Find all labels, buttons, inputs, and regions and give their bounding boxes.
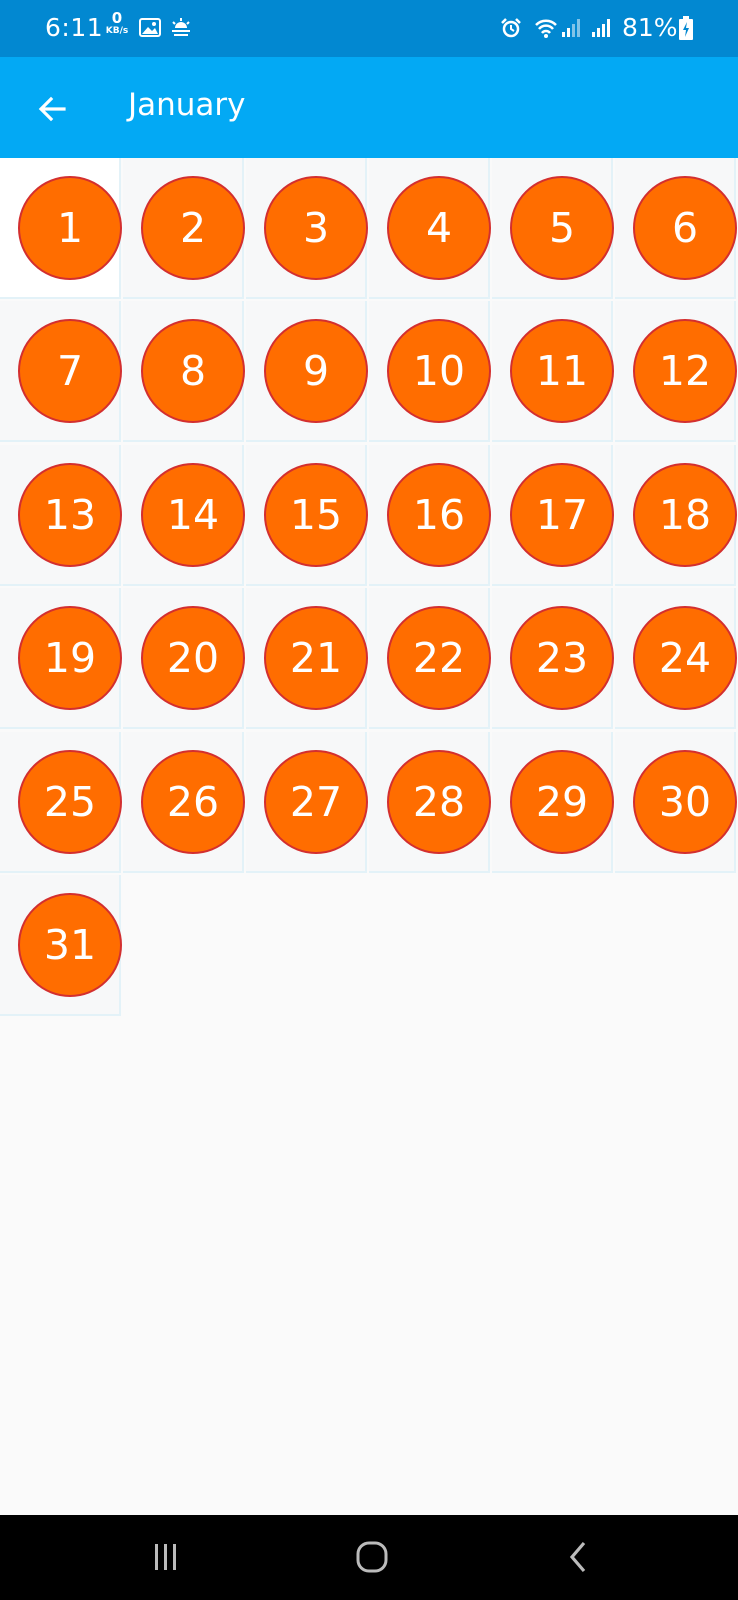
wifi-icon — [534, 17, 558, 43]
status-time: 6:11 — [45, 13, 104, 42]
day-button[interactable]: 25 — [18, 749, 122, 854]
recent-apps-button[interactable] — [136, 1532, 196, 1582]
day-button[interactable]: 16 — [387, 462, 491, 567]
day-cell: 26 — [123, 731, 245, 873]
day-button[interactable]: 30 — [633, 749, 737, 854]
day-button[interactable]: 2 — [141, 176, 245, 280]
day-cell: 4 — [369, 158, 491, 299]
signal-icon — [561, 17, 583, 43]
day-button[interactable]: 7 — [18, 319, 122, 424]
day-button[interactable]: 28 — [387, 749, 491, 854]
gallery-icon — [139, 18, 161, 41]
day-button[interactable]: 14 — [141, 462, 245, 567]
day-button[interactable]: 4 — [387, 176, 491, 280]
day-cell: 30 — [615, 731, 737, 873]
day-button[interactable]: 17 — [510, 462, 614, 567]
home-button[interactable] — [342, 1532, 402, 1582]
day-button[interactable]: 31 — [18, 893, 122, 997]
day-button[interactable]: 24 — [633, 606, 737, 711]
day-cell: 7 — [0, 301, 122, 443]
net-speed-unit: KB/s — [105, 26, 129, 36]
app-bar: January — [0, 57, 738, 158]
battery-percent: 81% — [622, 13, 678, 42]
day-button[interactable]: 10 — [387, 319, 491, 424]
day-cell: 8 — [123, 301, 245, 443]
back-button[interactable] — [28, 85, 76, 133]
day-button[interactable]: 5 — [510, 176, 614, 280]
alarm-icon — [500, 17, 522, 43]
day-button[interactable]: 6 — [633, 176, 737, 280]
day-button[interactable]: 18 — [633, 462, 737, 567]
day-button[interactable]: 21 — [264, 606, 368, 711]
weather-icon — [170, 16, 192, 42]
day-cell: 18 — [615, 444, 737, 586]
status-bar: 6:11 0 KB/s 81% — [0, 0, 738, 57]
day-cell: 14 — [123, 444, 245, 586]
day-cell: 3 — [246, 158, 368, 299]
day-button[interactable]: 11 — [510, 319, 614, 424]
day-cell: 1 — [0, 158, 122, 299]
day-button[interactable]: 13 — [18, 462, 122, 567]
day-cell: 12 — [615, 301, 737, 443]
day-button[interactable]: 19 — [18, 606, 122, 711]
arrow-left-icon — [38, 96, 66, 122]
day-button[interactable]: 29 — [510, 749, 614, 854]
net-speed-value: 0 — [111, 9, 123, 27]
home-icon — [356, 1541, 388, 1573]
day-cell: 10 — [369, 301, 491, 443]
day-cell: 25 — [0, 731, 122, 873]
day-button[interactable]: 15 — [264, 462, 368, 567]
back-icon — [569, 1541, 586, 1573]
day-button[interactable]: 22 — [387, 606, 491, 711]
day-cell: 5 — [492, 158, 614, 299]
day-cell: 21 — [246, 588, 368, 730]
day-button[interactable]: 3 — [264, 176, 368, 280]
day-button[interactable]: 1 — [18, 176, 122, 280]
navigation-bar — [0, 1515, 738, 1600]
day-button[interactable]: 12 — [633, 319, 737, 424]
day-cell: 22 — [369, 588, 491, 730]
day-button[interactable]: 27 — [264, 749, 368, 854]
day-cell: 27 — [246, 731, 368, 873]
day-cell: 31 — [0, 875, 122, 1016]
day-cell: 29 — [492, 731, 614, 873]
day-button[interactable]: 20 — [141, 606, 245, 711]
day-button[interactable]: 8 — [141, 319, 245, 424]
page-title: January — [128, 87, 246, 123]
day-cell: 6 — [615, 158, 737, 299]
day-button[interactable]: 23 — [510, 606, 614, 711]
day-cell: 13 — [0, 444, 122, 586]
day-cell: 17 — [492, 444, 614, 586]
day-cell: 2 — [123, 158, 245, 299]
day-cell: 15 — [246, 444, 368, 586]
battery-charging-icon — [679, 16, 693, 44]
day-cell: 9 — [246, 301, 368, 443]
day-button[interactable]: 26 — [141, 749, 245, 854]
day-cell: 19 — [0, 588, 122, 730]
day-cell: 23 — [492, 588, 614, 730]
day-cell: 24 — [615, 588, 737, 730]
day-cell: 11 — [492, 301, 614, 443]
net-speed-indicator: 0 KB/s — [104, 11, 130, 36]
day-cell: 16 — [369, 444, 491, 586]
day-cell: 28 — [369, 731, 491, 873]
signal-icon — [591, 17, 613, 43]
recent-apps-icon — [155, 1544, 176, 1570]
day-button[interactable]: 9 — [264, 319, 368, 424]
day-cell: 20 — [123, 588, 245, 730]
nav-back-button[interactable] — [549, 1532, 609, 1582]
